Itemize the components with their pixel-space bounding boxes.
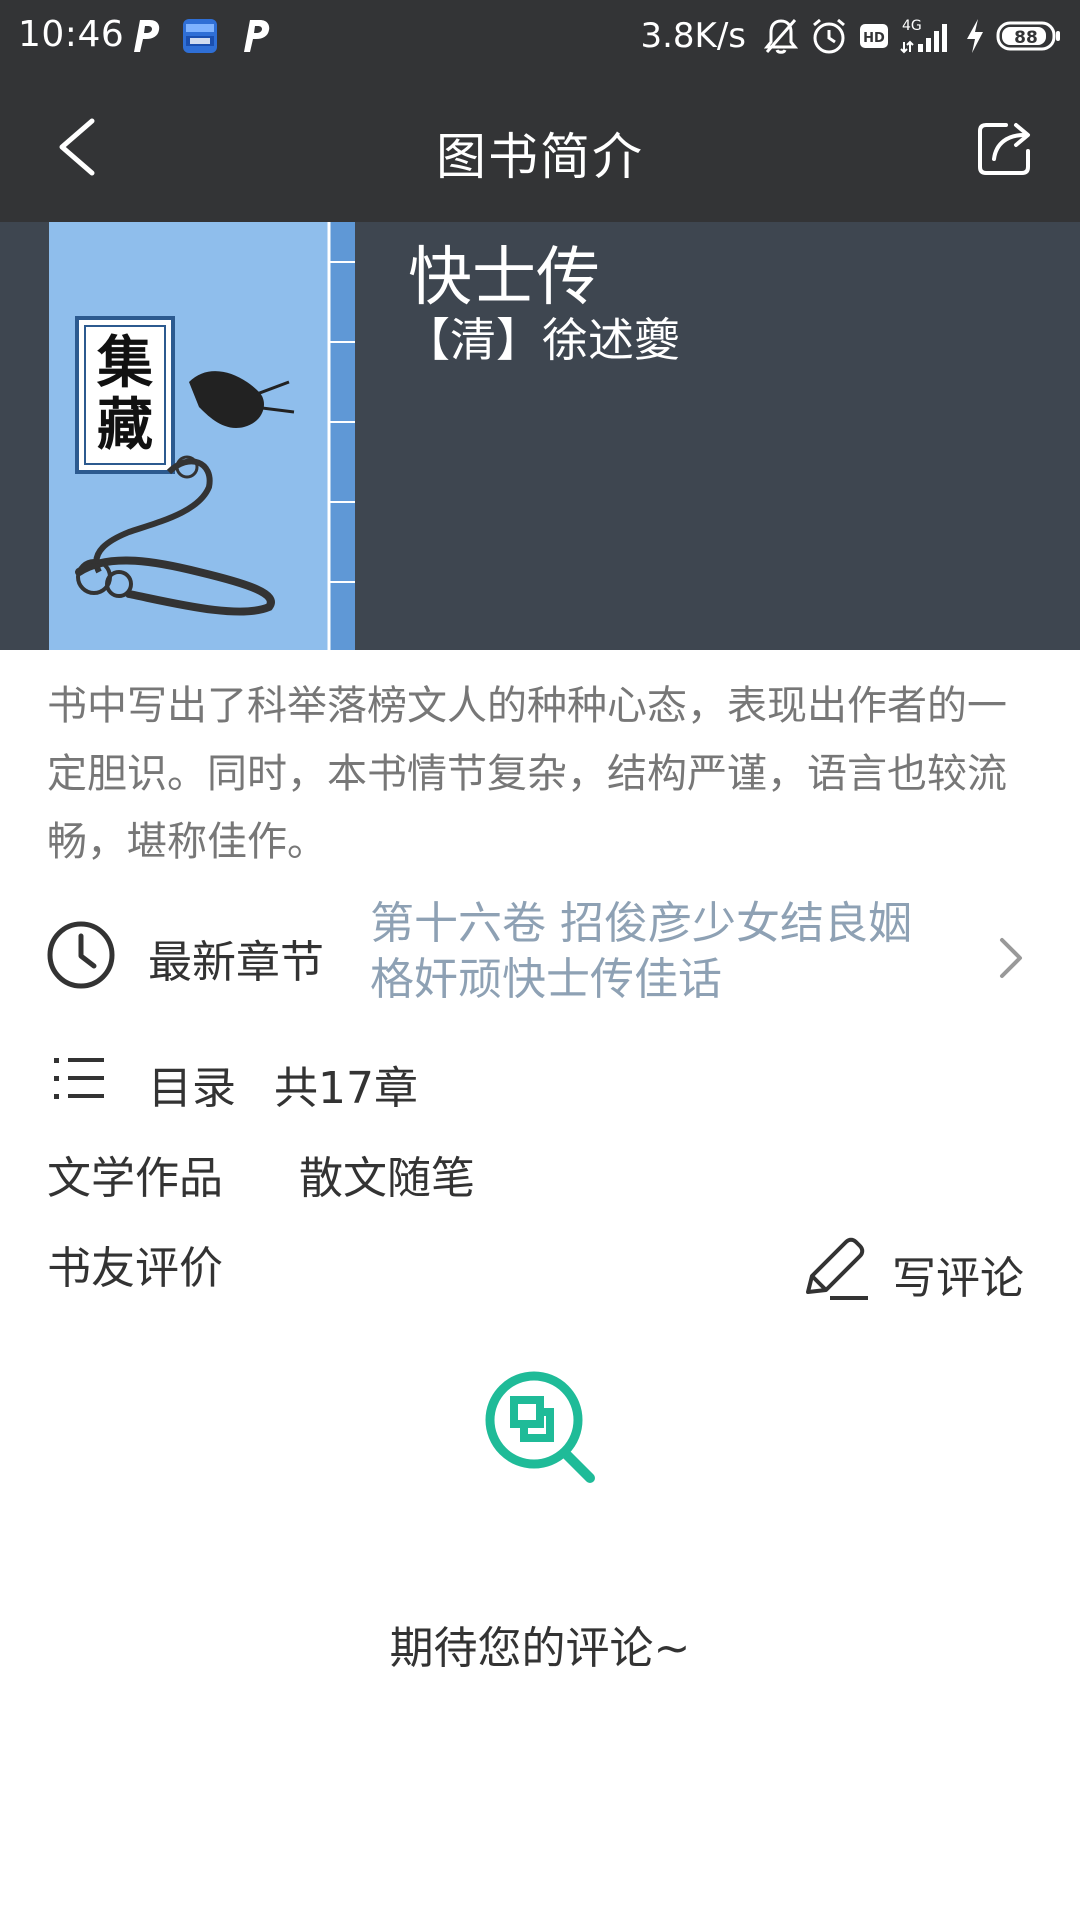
tag-essays[interactable]: 散文随笔 — [299, 1142, 475, 1206]
latest-chapter-row[interactable]: 最新章节 第十六卷 招俊彦少女结良姻 格奸顽快士传佳话 — [0, 896, 1080, 1012]
cover-title-text: 集藏 — [97, 330, 153, 458]
p-app-icon — [244, 20, 270, 52]
status-bar: 10:46 3.8K/s HD 4G 88 — [0, 0, 1080, 73]
signal-icon: 4G — [900, 18, 947, 54]
toc-chapter-count: 共17章 — [274, 1063, 418, 1114]
book-header: 集藏 快士传 【清】徐述夔 — [0, 222, 1080, 650]
mute-icon — [763, 19, 799, 54]
hd-icon: HD — [860, 24, 888, 48]
chevron-right-icon — [1000, 938, 1022, 978]
battery-level: 88 — [1014, 28, 1038, 48]
list-icon — [54, 1058, 104, 1099]
network-type: 4G — [902, 18, 922, 34]
book-summary: 书中写出了科举落榜文人的种种心态，表现出作者的一定胆识。同时，本书情节复杂，结构… — [47, 683, 1007, 865]
write-review-button[interactable]: 写评论 — [800, 1228, 1040, 1308]
pencil-icon — [806, 1237, 868, 1300]
clock-icon — [47, 921, 115, 989]
toc-row[interactable]: 目录 共17章 — [0, 1040, 1080, 1120]
svg-text:HD: HD — [863, 31, 885, 46]
page-title: 图书简介 — [436, 128, 644, 186]
p-app-icon — [134, 20, 160, 52]
network-speed: 3.8K/s — [640, 16, 746, 56]
tag-literature[interactable]: 文学作品 — [47, 1142, 223, 1206]
latest-chapter-line2: 格奸顽快士传佳话 — [370, 954, 722, 1005]
latest-chapter-line1: 第十六卷 招俊彦少女结良姻 — [370, 898, 912, 949]
toc-label: 目录 — [148, 1063, 236, 1114]
top-toolbar: 图书简介 — [0, 73, 1080, 222]
reviews-heading: 书友评价 — [47, 1243, 223, 1294]
latest-chapter-label: 最新章节 — [148, 937, 324, 988]
latest-chapter-title[interactable]: 第十六卷 招俊彦少女结良姻 格奸顽快士传佳话 — [370, 896, 970, 1008]
empty-comments-text: 期待您的评论~ — [389, 1623, 691, 1674]
status-time: 10:46 — [18, 14, 125, 55]
empty-comments-icon — [485, 1371, 595, 1483]
share-icon[interactable] — [976, 117, 1036, 177]
news-app-icon — [183, 19, 217, 53]
alarm-icon — [813, 18, 845, 54]
charging-icon — [967, 19, 983, 53]
status-indicators: 3.8K/s HD 4G 88 — [640, 14, 1062, 58]
book-author: 【清】徐述夔 — [404, 313, 680, 367]
book-cover: 集藏 — [49, 222, 355, 650]
battery-icon: 88 — [996, 21, 1060, 51]
write-review-label: 写评论 — [892, 1253, 1024, 1304]
